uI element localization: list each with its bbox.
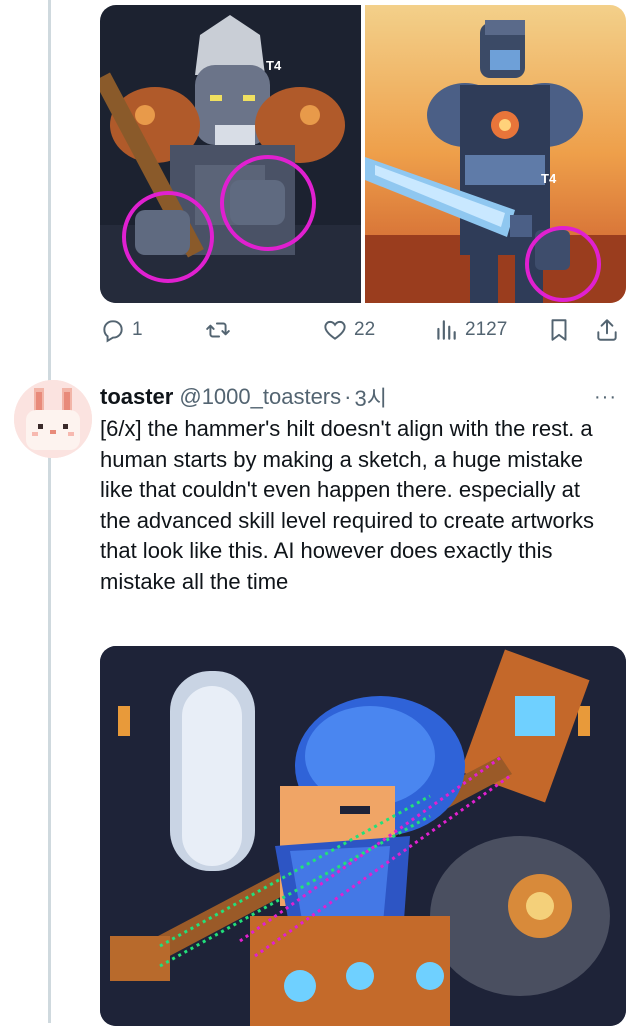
share-icon (597, 319, 617, 341)
avatar[interactable] (14, 380, 92, 458)
media-grid[interactable]: T4 T4 (100, 5, 626, 303)
more-icon[interactable]: ··· (594, 386, 617, 409)
media-image-orc[interactable]: T4 (100, 5, 361, 303)
views-button[interactable]: 2127 (433, 312, 507, 348)
tweet-action-bar: 1 22 2127 (100, 312, 626, 348)
tweet-text: [6/x] the hammer's hilt doesn't align wi… (100, 416, 595, 594)
like-icon (324, 320, 346, 340)
tweet-header: toaster @1000_toasters · 3시 (100, 380, 387, 414)
share-button[interactable] (594, 312, 620, 348)
retweet-icon (206, 322, 230, 338)
reply-count: 1 (132, 319, 143, 340)
like-count: 22 (354, 319, 376, 340)
orc-pixel-art: T4 (100, 5, 361, 303)
header-separator: · (344, 384, 352, 409)
views-icon (437, 320, 456, 340)
display-name[interactable]: toaster (100, 384, 173, 410)
dwarf-pixel-art (100, 646, 626, 1026)
bookmark-icon (551, 319, 567, 341)
retweet-button[interactable] (205, 312, 231, 348)
media-watermark: T4 (266, 58, 282, 73)
like-button[interactable]: 22 (322, 312, 375, 348)
media-image-knight[interactable]: T4 (365, 5, 626, 303)
bookmark-button[interactable] (546, 312, 572, 348)
reply-button[interactable]: 1 (100, 312, 143, 348)
media-watermark: T4 (541, 171, 557, 186)
tweet-timestamp[interactable]: 3시 (354, 381, 386, 413)
knight-pixel-art: T4 (365, 5, 626, 303)
bunny-avatar-art (14, 380, 92, 458)
reply-icon (103, 320, 123, 343)
views-count: 2127 (465, 319, 508, 340)
user-handle[interactable]: @1000_toasters (179, 384, 341, 410)
media-image-dwarf[interactable] (100, 646, 626, 1026)
thread-connector-line (48, 0, 51, 1023)
